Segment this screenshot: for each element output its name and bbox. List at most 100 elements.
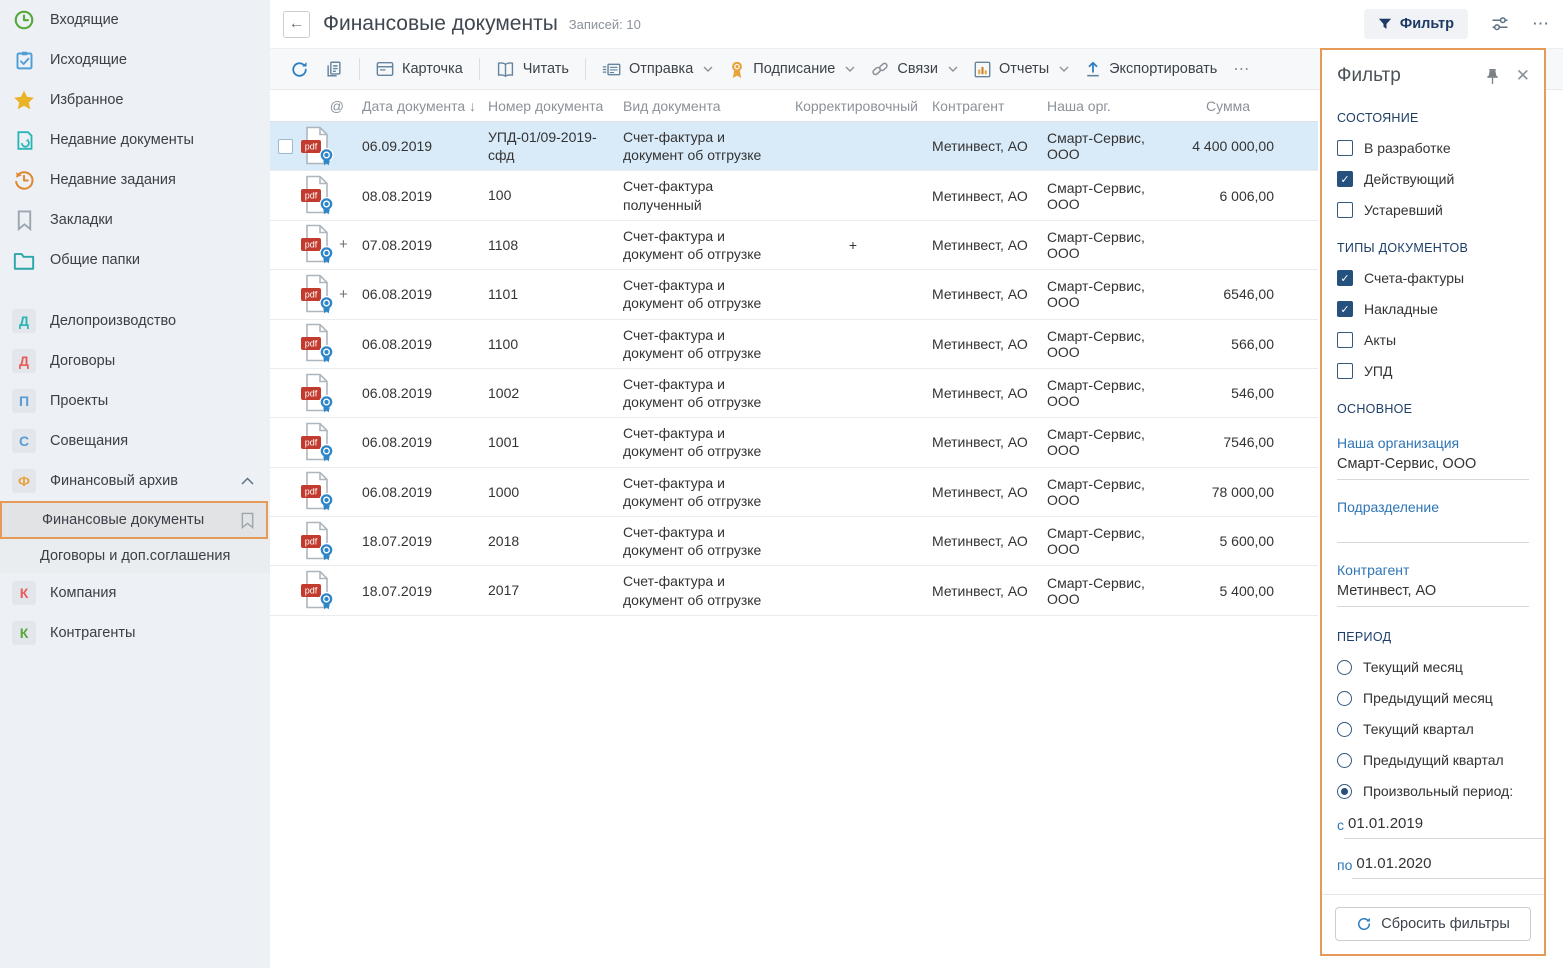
contractor-link[interactable]: Контрагент (1337, 562, 1529, 578)
cell-our-org: Смарт-Сервис, ООО (1033, 130, 1178, 162)
checkbox-icon (1337, 140, 1353, 156)
svg-text:pdf: pdf (305, 240, 318, 250)
page-title: Финансовые документы (323, 12, 558, 36)
filter-toggle-button[interactable]: Фильтр (1364, 9, 1468, 39)
read-button[interactable]: Читать (488, 55, 577, 84)
view-settings-icon[interactable] (1490, 14, 1510, 34)
cell-our-org: Смарт-Сервис, ООО (1033, 426, 1178, 458)
more-options-icon[interactable]: ⋯ (1532, 14, 1549, 34)
send-icon (602, 62, 621, 77)
signing-button[interactable]: Подписание (721, 54, 863, 85)
send-button[interactable]: Отправка (594, 55, 721, 83)
table-row[interactable]: pdf 06.08.2019 1001 Счет-фактура и докум… (270, 418, 1318, 467)
table-row[interactable]: pdf 06.08.2019 1100 Счет-фактура и докум… (270, 320, 1318, 369)
column-attachment[interactable]: @ (300, 98, 362, 114)
radio-current-month[interactable]: Текущий месяц (1337, 659, 1529, 675)
sidebar-item-company[interactable]: К Компания (0, 573, 270, 613)
row-checkbox[interactable] (278, 139, 293, 154)
refresh-button[interactable] (282, 54, 317, 85)
sidebar-item-favorites[interactable]: Избранное (0, 80, 270, 120)
cell-sum: 6 006,00 (1178, 188, 1278, 204)
our-organization-link[interactable]: Наша организация (1337, 435, 1529, 451)
column-type[interactable]: Вид документа (623, 98, 788, 114)
export-button[interactable]: Экспортировать (1077, 54, 1225, 84)
card-icon (376, 61, 394, 77)
checkbox-upd[interactable]: УПД (1337, 363, 1529, 379)
bookmark-icon[interactable] (240, 512, 255, 529)
cell-type: Счет-фактура и документ об отгрузке (623, 468, 788, 516)
sidebar-item-bookmarks[interactable]: Закладки (0, 200, 270, 240)
checkbox-obsolete[interactable]: Устаревший (1337, 202, 1529, 218)
sidebar-item-meetings[interactable]: С Совещания (0, 421, 270, 461)
history-icon (12, 168, 36, 192)
sidebar-item-shared-folders[interactable]: Общие папки (0, 240, 270, 280)
cell-date: 06.08.2019 (362, 385, 488, 401)
pdf-document-icon: pdf (300, 373, 334, 414)
sidebar-item-inbox[interactable]: Входящие (0, 0, 270, 40)
reset-filters-button[interactable]: Сбросить фильтры (1335, 907, 1531, 941)
checkbox-active[interactable]: ✓ Действующий (1337, 171, 1529, 187)
cell-our-org: Смарт-Сервис, ООО (1033, 575, 1178, 607)
column-our-org[interactable]: Наша орг. (1033, 98, 1178, 114)
radio-current-quarter[interactable]: Текущий квартал (1337, 721, 1529, 737)
sidebar-item-financial-documents[interactable]: Финансовые документы (0, 501, 268, 539)
reports-button[interactable]: Отчеты (966, 55, 1077, 84)
date-to-input[interactable] (1352, 853, 1544, 879)
radio-previous-quarter[interactable]: Предыдущий квартал (1337, 752, 1529, 768)
module-letter-icon: С (12, 429, 36, 453)
date-from-input[interactable] (1344, 813, 1544, 839)
sidebar-item-contracts-agreements[interactable]: Договоры и доп.соглашения (0, 539, 270, 573)
module-letter-icon: К (12, 621, 36, 645)
column-corrective[interactable]: Корректировочный (788, 98, 918, 114)
cell-date: 07.08.2019 (362, 237, 488, 253)
checkbox-waybills[interactable]: ✓ Накладные (1337, 301, 1529, 317)
sidebar-item-financial-archive[interactable]: Ф Финансовый архив (0, 461, 270, 501)
table-row[interactable]: pdf 18.07.2019 2018 Счет-фактура и докум… (270, 517, 1318, 566)
division-value[interactable] (1337, 515, 1529, 543)
links-button[interactable]: Связи (863, 54, 966, 84)
our-organization-value[interactable]: Смарт-Сервис, ООО (1337, 451, 1529, 480)
pdf-document-icon: pdf (300, 175, 334, 216)
table-row[interactable]: pdf 08.08.2019 100 Счет-фактура полученн… (270, 171, 1318, 220)
chevron-up-icon[interactable] (241, 477, 254, 485)
column-contractor[interactable]: Контрагент (918, 98, 1033, 114)
sidebar-item-recent-documents[interactable]: Недавние документы (0, 120, 270, 160)
column-date[interactable]: Дата документа ↓ (362, 98, 488, 114)
sidebar-item-counterparties[interactable]: К Контрагенты (0, 613, 270, 653)
card-button[interactable]: Карточка (368, 55, 471, 83)
cell-date: 06.08.2019 (362, 484, 488, 500)
pin-icon[interactable] (1483, 66, 1502, 87)
expand-plus[interactable]: + (339, 286, 351, 303)
table-row[interactable]: pdf 06.08.2019 1002 Счет-фактура и докум… (270, 369, 1318, 418)
contractor-value[interactable]: Метинвест, АО (1337, 578, 1529, 607)
table-row[interactable]: pdf 18.07.2019 2017 Счет-фактура и докум… (270, 566, 1318, 615)
checkbox-invoices[interactable]: ✓ Счета-фактуры (1337, 270, 1529, 286)
column-sum[interactable]: Сумма (1178, 98, 1278, 114)
close-icon[interactable]: ✕ (1514, 64, 1532, 88)
expand-plus[interactable]: + (339, 236, 351, 253)
column-number[interactable]: Номер документа (488, 98, 623, 114)
sidebar-item-outbox[interactable]: Исходящие (0, 40, 270, 80)
checkbox-acts[interactable]: Акты (1337, 332, 1529, 348)
sidebar-item-records-management[interactable]: Д Делопроизводство (0, 301, 270, 341)
svg-text:pdf: pdf (305, 339, 318, 349)
toolbar-more-icon[interactable]: ⋯ (1225, 53, 1259, 85)
pdf-document-icon: pdf (300, 274, 334, 315)
back-button[interactable]: ← (283, 11, 310, 38)
sidebar-item-projects[interactable]: П Проекты (0, 381, 270, 421)
sidebar-item-label: Договоры (50, 353, 115, 369)
sidebar-item-contracts[interactable]: Д Договоры (0, 341, 270, 381)
copy-button[interactable] (317, 54, 351, 84)
table-row[interactable]: pdf 06.08.2019 1000 Счет-фактура и докум… (270, 468, 1318, 517)
cell-contractor: Метинвест, АО (918, 533, 1033, 549)
sidebar-item-recent-tasks[interactable]: Недавние задания (0, 160, 270, 200)
radio-custom-period[interactable]: Произвольный период: (1337, 783, 1529, 799)
section-title-state: СОСТОЯНИЕ (1337, 111, 1529, 125)
table-row[interactable]: pdf 06.09.2019 УПД-01/09-2019-сфд Счет-ф… (270, 122, 1318, 171)
radio-previous-month[interactable]: Предыдущий месяц (1337, 690, 1529, 706)
pdf-document-icon: pdf (300, 471, 334, 512)
division-link[interactable]: Подразделение (1337, 499, 1529, 515)
checkbox-in-development[interactable]: В разработке (1337, 140, 1529, 156)
table-row[interactable]: pdf+ 07.08.2019 1108 Счет-фактура и доку… (270, 221, 1318, 270)
table-row[interactable]: pdf+ 06.08.2019 1101 Счет-фактура и доку… (270, 270, 1318, 319)
